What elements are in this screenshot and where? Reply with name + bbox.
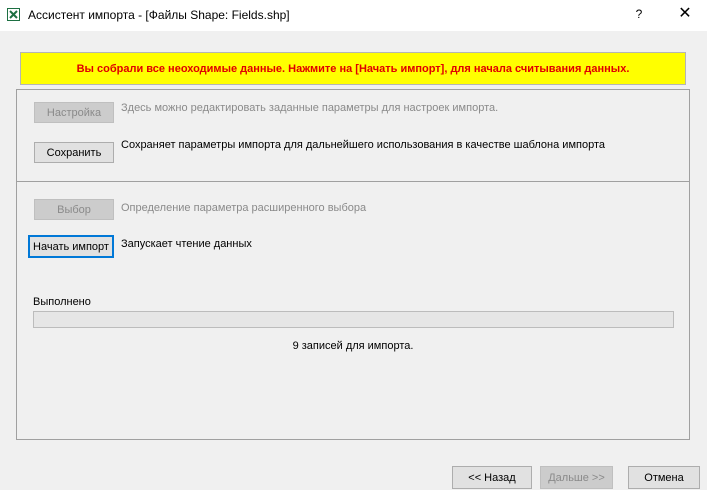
settings-description: Здесь можно редактировать заданные парам…: [121, 102, 499, 114]
progress-bar: [33, 311, 674, 328]
help-button[interactable]: ?: [632, 7, 646, 23]
title-bar: Ассистент импорта - [Файлы Shape: Fields…: [0, 0, 707, 31]
select-description: Определение параметра расширенного выбор…: [121, 202, 367, 214]
next-button[interactable]: Дальше >>: [540, 466, 613, 489]
select-button[interactable]: Выбор: [34, 199, 114, 220]
save-button[interactable]: Сохранить: [34, 142, 114, 163]
cancel-button[interactable]: Отмена: [628, 466, 700, 489]
dialog-footer: << Назад Дальше >> Отмена: [0, 458, 707, 490]
back-button[interactable]: << Назад: [452, 466, 532, 489]
dialog-content: Вы собрали все неоходимые данные. Нажмит…: [0, 31, 707, 458]
settings-button[interactable]: Настройка: [34, 102, 114, 123]
import-panel: Настройка Здесь можно редактировать зада…: [16, 89, 690, 440]
records-count: 9 записей для импорта.: [292, 340, 414, 352]
save-description: Сохраняет параметры импорта для дальнейш…: [121, 139, 605, 151]
start-import-button[interactable]: Начать импорт: [28, 235, 114, 258]
excel-import-icon: [7, 8, 20, 21]
progress-label: Выполнено: [33, 296, 91, 308]
section-divider: [17, 181, 689, 182]
start-description: Запускает чтение данных: [121, 238, 252, 250]
window-title: Ассистент импорта - [Файлы Shape: Fields…: [28, 8, 290, 22]
instruction-banner: Вы собрали все неоходимые данные. Нажмит…: [20, 52, 686, 85]
close-button[interactable]: ✕: [677, 5, 693, 23]
